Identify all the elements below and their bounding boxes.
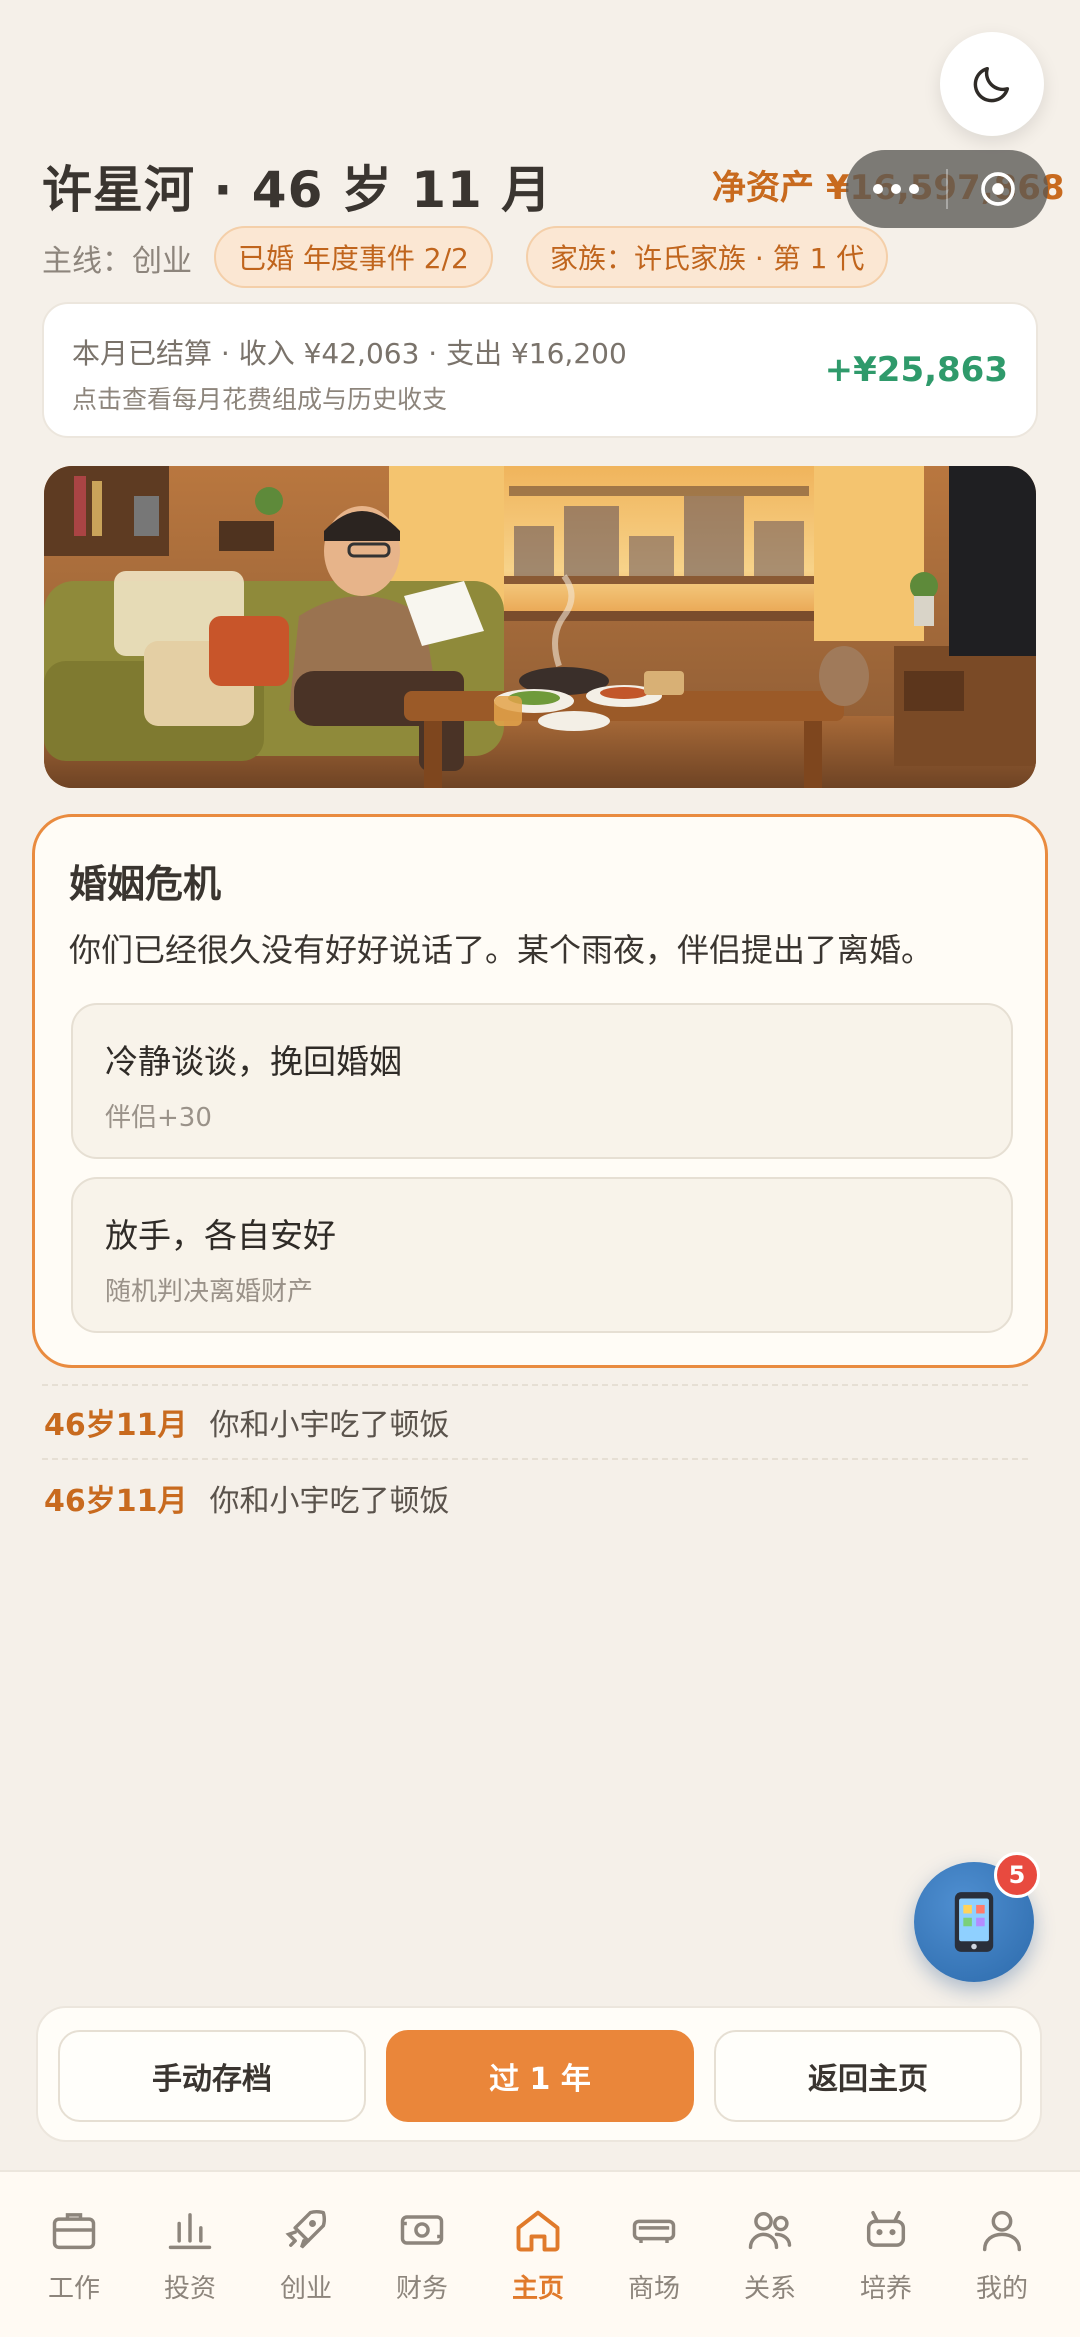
- rocket-icon: [285, 2209, 327, 2249]
- tab-startup[interactable]: 创业: [248, 2172, 364, 2337]
- choice-label: 放手，各自安好: [105, 1216, 336, 1255]
- log-text: 你和小宇吃了顿饭: [209, 1408, 450, 1443]
- mainline-label: 主线：创业: [42, 244, 192, 279]
- tab-label: 我的: [975, 2274, 1028, 2304]
- choice-effect: 伴侣+30: [105, 1103, 212, 1133]
- tab-shop[interactable]: 商场: [596, 2172, 712, 2337]
- advance-year-button[interactable]: 过 1 年: [386, 2030, 694, 2122]
- people-icon: [748, 2212, 792, 2250]
- tab-home[interactable]: 主页: [480, 2172, 596, 2337]
- marriage-status-badge[interactable]: 已婚 年度事件 2/2: [214, 226, 493, 288]
- log-divider: [42, 1458, 1028, 1460]
- more-menu-button[interactable]: [846, 184, 946, 194]
- tab-label: 投资: [163, 2274, 216, 2304]
- monthly-settlement-card[interactable]: 本月已结算 · 收入 ¥42,063 · 支出 ¥16,200 点击查看每月花费…: [42, 302, 1038, 438]
- choice-divorce-button[interactable]: 放手，各自安好 随机判决离婚财产: [71, 1177, 1013, 1333]
- cash-icon: [400, 2215, 444, 2245]
- tab-label: 财务: [395, 2274, 448, 2304]
- robot-icon: [866, 2210, 906, 2247]
- settlement-hint: 点击查看每月花费组成与历史收支: [72, 385, 448, 414]
- log-divider: [42, 1384, 1028, 1386]
- choice-label: 冷静谈谈，挽回婚姻: [105, 1042, 402, 1081]
- tab-profile[interactable]: 我的: [944, 2172, 1060, 2337]
- tab-label: 培养: [859, 2274, 912, 2304]
- dot-icon: [891, 184, 901, 194]
- tab-finance[interactable]: 财务: [364, 2172, 480, 2337]
- tab-relations[interactable]: 关系: [712, 2172, 828, 2337]
- choice-effect: 随机判决离婚财产: [105, 1277, 314, 1307]
- event-description: 你们已经很久没有好好说话了。某个雨夜，伴侣提出了离婚。: [69, 931, 934, 969]
- log-age: 46岁11月: [44, 1484, 188, 1519]
- briefcase-icon: [52, 2213, 96, 2250]
- shop-icon: [632, 2219, 676, 2243]
- bar-chart-icon: [168, 2213, 212, 2250]
- person-icon: [982, 2210, 1022, 2252]
- bottom-tab-bar: 工作 投资 创业 财务 主页 商场 关系 培养 我的: [0, 2170, 1080, 2337]
- tab-invest[interactable]: 投资: [132, 2172, 248, 2337]
- dark-mode-toggle-button[interactable]: [940, 32, 1044, 136]
- log-age: 46岁11月: [44, 1408, 188, 1443]
- action-bar: 手动存档 过 1 年 返回主页: [36, 2006, 1042, 2142]
- tab-label: 关系: [743, 2274, 796, 2304]
- tab-label: 主页: [511, 2274, 564, 2304]
- manual-save-button[interactable]: 手动存档: [58, 2030, 366, 2122]
- family-badge[interactable]: 家族：许氏家族 · 第 1 代: [526, 226, 889, 288]
- tab-label: 工作: [47, 2274, 100, 2304]
- settlement-summary: 本月已结算 · 收入 ¥42,063 · 支出 ¥16,200: [72, 337, 627, 370]
- phone-icon: [954, 1892, 994, 1952]
- scene-illustration: [44, 466, 1036, 788]
- mini-program-capsule: [846, 150, 1048, 228]
- tab-label: 创业: [279, 2274, 332, 2304]
- log-entry: 46岁11月 你和小宇吃了顿饭: [44, 1400, 450, 1444]
- settlement-net-amount: +¥25,863: [824, 350, 1008, 390]
- page-title: 许星河 · 46 岁 11 月: [42, 161, 553, 219]
- dot-icon: [873, 184, 883, 194]
- tab-work[interactable]: 工作: [16, 2172, 132, 2337]
- tab-label: 商场: [627, 2274, 680, 2304]
- return-home-button[interactable]: 返回主页: [714, 2030, 1022, 2122]
- tab-nurture[interactable]: 培养: [828, 2172, 944, 2337]
- moon-icon: [973, 66, 1010, 103]
- event-card: 婚姻危机 你们已经很久没有好好说话了。某个雨夜，伴侣提出了离婚。 冷静谈谈，挽回…: [32, 814, 1048, 1368]
- log-entry: 46岁11月 你和小宇吃了顿饭: [44, 1476, 450, 1520]
- dot-icon: [909, 184, 919, 194]
- home-icon: [516, 2210, 560, 2252]
- notification-count-badge: 5: [994, 1852, 1040, 1898]
- log-text: 你和小宇吃了顿饭: [209, 1484, 450, 1519]
- target-icon: [981, 172, 1015, 206]
- close-mini-program-button[interactable]: [948, 169, 1048, 209]
- event-title: 婚姻危机: [69, 862, 222, 906]
- choice-reconcile-button[interactable]: 冷静谈谈，挽回婚姻 伴侣+30: [71, 1003, 1013, 1159]
